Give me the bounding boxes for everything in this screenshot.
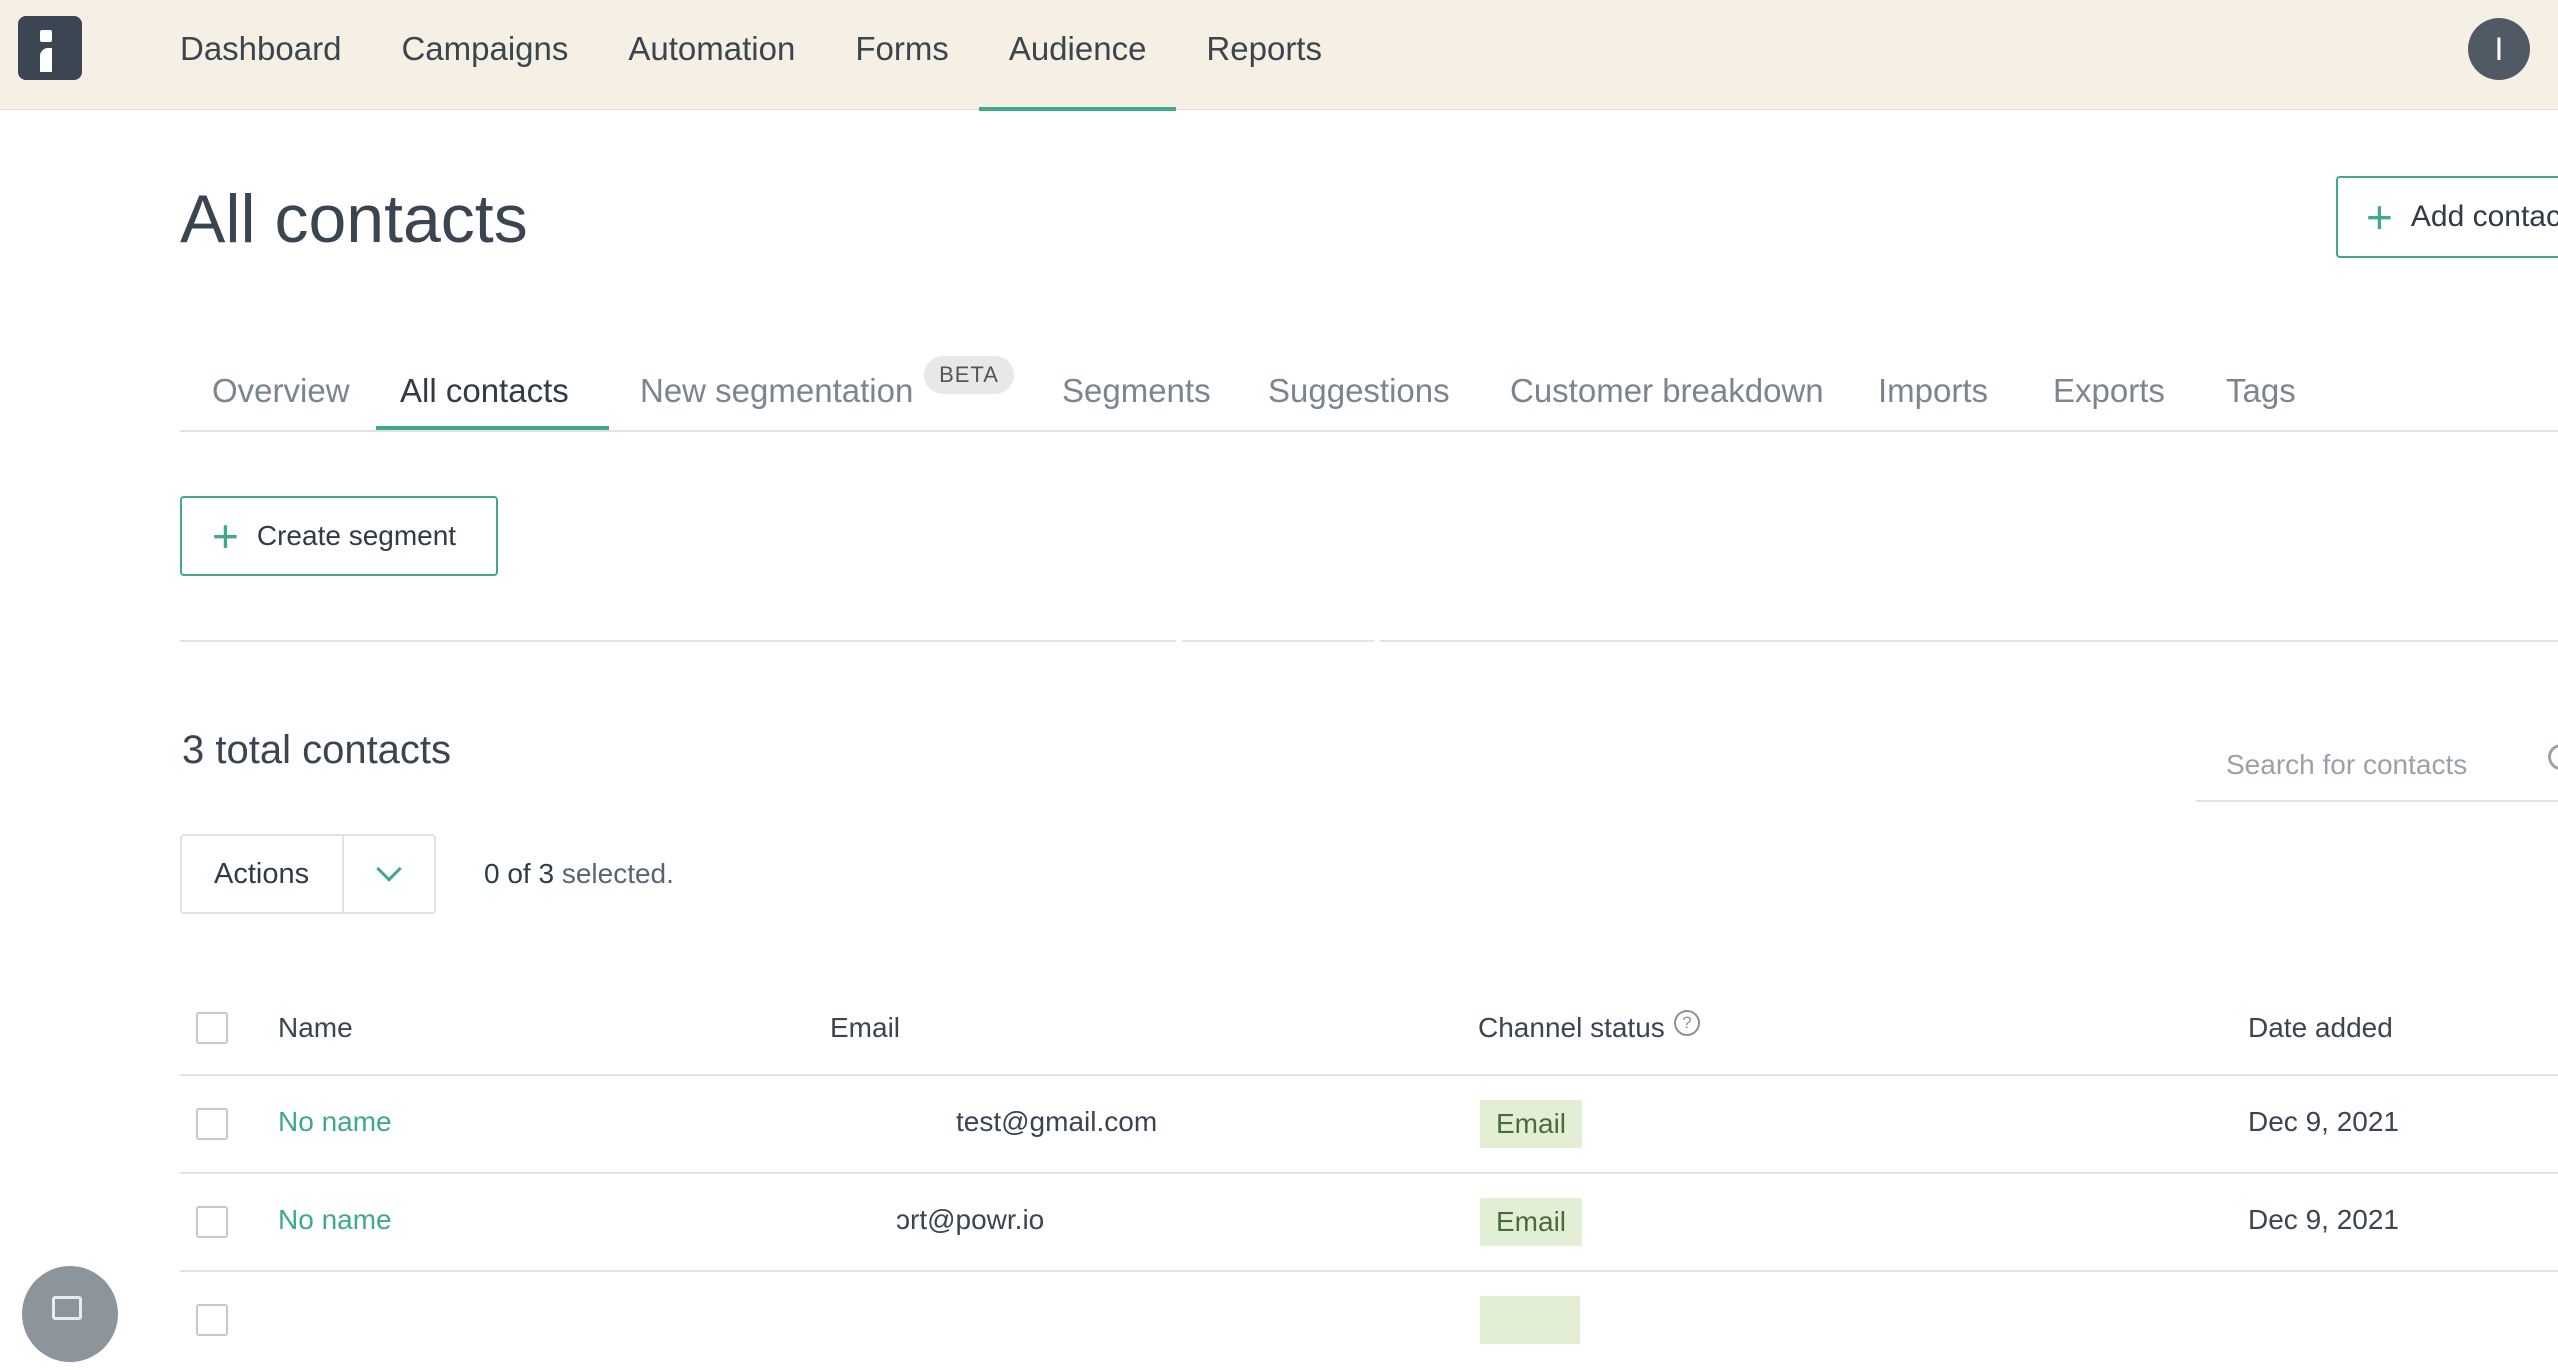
beta-badge: BETA — [924, 356, 1014, 394]
nav-links: Dashboard Campaigns Automation Forms Aud… — [150, 0, 1352, 111]
column-header-email[interactable]: Email — [830, 1012, 900, 1044]
top-navigation: Dashboard Campaigns Automation Forms Aud… — [0, 0, 2558, 111]
tab-imports[interactable]: Imports — [1878, 372, 1988, 410]
chevron-down-icon — [376, 856, 402, 882]
active-tab-indicator — [376, 426, 609, 430]
tab-segments[interactable]: Segments — [1062, 372, 1211, 410]
tab-suggestions[interactable]: Suggestions — [1268, 372, 1450, 410]
selection-status: 0 of 3 selected. — [484, 858, 674, 890]
column-header-date-added[interactable]: Date added — [2248, 1012, 2393, 1044]
contact-name-link[interactable]: No name — [278, 1204, 392, 1236]
actions-label[interactable]: Actions — [182, 836, 344, 912]
audience-tabs: Overview All contacts New segmentation B… — [180, 340, 2558, 432]
row-checkbox[interactable] — [196, 1206, 228, 1238]
nav-item-forms[interactable]: Forms — [825, 0, 979, 110]
section-divider — [1380, 640, 2558, 642]
tab-new-segmentation[interactable]: New segmentation — [640, 372, 913, 410]
table-header: Name Email Channel status ? Date added — [180, 980, 2558, 1076]
logo-stem — [40, 48, 52, 72]
app-logo[interactable] — [18, 16, 82, 80]
nav-item-automation[interactable]: Automation — [598, 0, 825, 110]
table-row: No name ɔrt@powr.io Email Dec 9, 2021 — [180, 1174, 2558, 1272]
nav-item-campaigns[interactable]: Campaigns — [371, 0, 598, 110]
column-header-channel-status[interactable]: Channel status — [1478, 1012, 1665, 1044]
table-row — [180, 1272, 2558, 1370]
channel-status-badge — [1480, 1296, 1580, 1344]
plus-icon: + — [2366, 191, 2393, 243]
contact-email: ɔrt@powr.io — [896, 1204, 1045, 1235]
plus-icon: + — [212, 510, 239, 562]
avatar[interactable]: I — [2468, 18, 2530, 80]
tab-overview[interactable]: Overview — [212, 372, 350, 410]
logo-dot — [40, 30, 52, 42]
help-icon[interactable]: ? — [1674, 1010, 1700, 1036]
date-added: Dec 9, 2021 — [2248, 1204, 2399, 1235]
channel-status-badge: Email — [1480, 1198, 1583, 1246]
section-divider — [1182, 640, 1374, 642]
page-title: All contacts — [180, 181, 528, 257]
actions-caret[interactable] — [344, 836, 434, 912]
create-segment-button[interactable]: + Create segment — [180, 496, 498, 576]
nav-item-audience[interactable]: Audience — [978, 0, 1177, 111]
contact-email: test@gmail.com — [956, 1106, 1158, 1137]
tab-tags[interactable]: Tags — [2226, 372, 2296, 410]
tab-exports[interactable]: Exports — [2053, 372, 2165, 410]
tab-customer-breakdown[interactable]: Customer breakdown — [1510, 372, 1824, 410]
channel-status-badge: Email — [1480, 1100, 1583, 1148]
nav-item-dashboard[interactable]: Dashboard — [150, 0, 371, 110]
select-all-checkbox[interactable] — [196, 1012, 228, 1044]
add-contact-button[interactable]: + Add contac — [2336, 176, 2558, 258]
date-added: Dec 9, 2021 — [2248, 1106, 2399, 1137]
search-input[interactable]: Search for contacts — [2196, 730, 2558, 802]
total-contacts-heading: 3 total contacts — [182, 728, 452, 772]
selected-suffix: selected. — [554, 858, 674, 889]
add-contact-label: Add contac — [2410, 200, 2558, 233]
contact-name-link[interactable]: No name — [278, 1106, 392, 1138]
chat-icon — [52, 1296, 82, 1320]
table-row: No name test@gmail.com Email Dec 9, 2021 — [180, 1076, 2558, 1174]
nav-item-reports[interactable]: Reports — [1176, 0, 1352, 110]
chat-widget-button[interactable] — [22, 1266, 118, 1362]
column-header-name[interactable]: Name — [278, 1012, 353, 1044]
tab-all-contacts[interactable]: All contacts — [400, 372, 569, 410]
selected-count: 0 of 3 — [484, 858, 555, 889]
create-segment-label: Create segment — [256, 520, 457, 551]
section-divider — [180, 640, 1176, 642]
row-checkbox[interactable] — [196, 1108, 228, 1140]
row-checkbox[interactable] — [196, 1304, 228, 1336]
actions-dropdown[interactable]: Actions — [180, 834, 436, 914]
